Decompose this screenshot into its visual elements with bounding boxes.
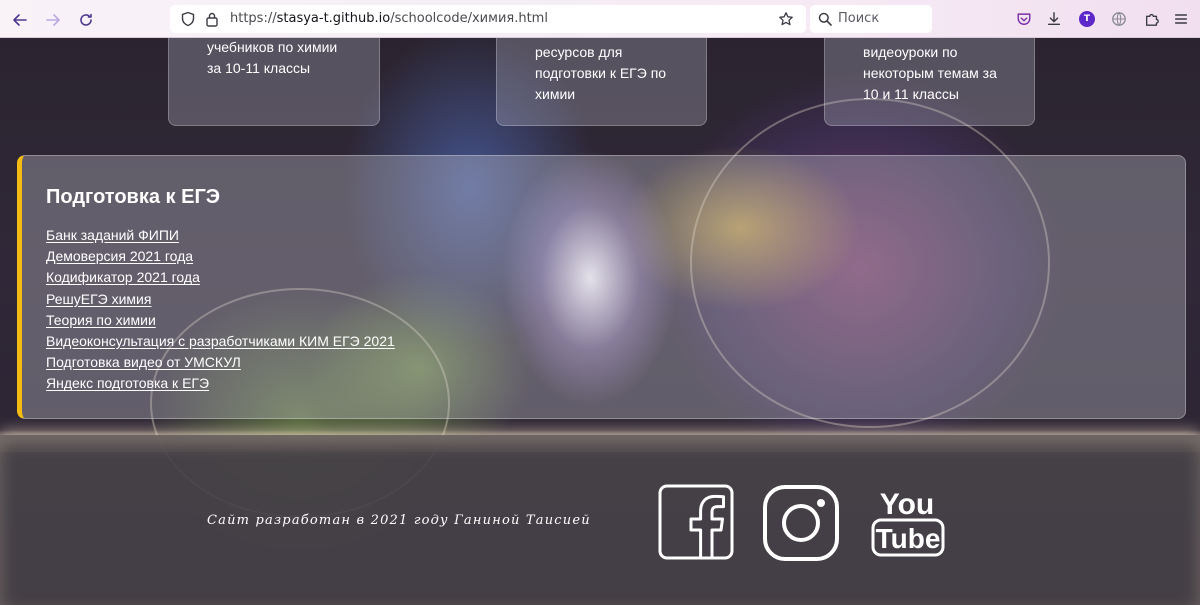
pocket-button[interactable] (1015, 10, 1033, 28)
forward-arrow-icon (46, 14, 60, 26)
url-text[interactable]: https://stasya-t.github.io/schoolcode/хи… (230, 11, 548, 26)
extensions-button[interactable] (1143, 10, 1161, 28)
app-menu-button[interactable] (1172, 10, 1190, 28)
browser-toolbar: https://stasya-t.github.io/schoolcode/хи… (0, 0, 1200, 38)
card-ege-resources[interactable]: ресурсов для подготовки к ЕГЭ по химии (496, 38, 707, 126)
ege-section-title: Подготовка к ЕГЭ (46, 186, 221, 208)
reload-button[interactable] (75, 9, 97, 31)
link-demo-2021[interactable]: Демоверсия 2021 года (46, 248, 193, 264)
link-reshu-ege[interactable]: РешуЕГЭ химия (46, 291, 151, 307)
link-codifier-2021[interactable]: Кодификатор 2021 года (46, 269, 200, 285)
list-item: Видеоконсультация с разработчиками КИМ Е… (46, 331, 395, 352)
youtube-link[interactable]: You Tube (868, 484, 946, 562)
footer: Сайт разработан в 2021 году Ганиной Таис… (0, 435, 1200, 605)
download-icon (1047, 12, 1061, 26)
card-textbooks[interactable]: учебников по химии за 10-11 классы (168, 38, 380, 126)
downloads-button[interactable] (1045, 10, 1063, 28)
instagram-icon (763, 485, 839, 561)
url-scheme: https:// (230, 11, 277, 26)
search-placeholder: Поиск (838, 11, 880, 26)
ege-link-list: Банк заданий ФИПИ Демоверсия 2021 года К… (46, 225, 395, 395)
facebook-icon (658, 484, 734, 560)
back-button[interactable] (9, 9, 31, 31)
instagram-link[interactable] (762, 484, 840, 562)
account-button[interactable]: T (1078, 10, 1096, 28)
url-host: stasya-t.github.io (276, 11, 391, 26)
card-video-lessons-text: видеоуроки по некоторым темам за 10 и 11… (863, 44, 997, 102)
svg-text:Tube: Tube (876, 523, 941, 554)
globe-icon (1112, 12, 1126, 26)
forward-button[interactable] (42, 9, 64, 31)
svg-text:You: You (880, 488, 934, 521)
list-item: Яндекс подготовка к ЕГЭ (46, 373, 395, 394)
tracking-protection-shield-icon[interactable] (180, 11, 196, 27)
search-icon (818, 12, 832, 26)
link-umskul[interactable]: Подготовка видео от УМСКУЛ (46, 354, 241, 370)
lock-icon[interactable] (205, 11, 219, 27)
card-ege-resources-text: ресурсов для подготовки к ЕГЭ по химии (535, 44, 667, 102)
back-arrow-icon (13, 14, 27, 26)
list-item: Теория по химии (46, 310, 395, 331)
ege-section: Подготовка к ЕГЭ Банк заданий ФИПИ Демов… (17, 155, 1186, 419)
footer-credit: Сайт разработан в 2021 году Ганиной Таис… (207, 513, 591, 528)
card-textbooks-text: учебников по химии за 10-11 классы (207, 39, 338, 76)
account-avatar: T (1079, 11, 1095, 27)
bookmark-star-icon[interactable] (778, 11, 794, 27)
pocket-icon (1017, 13, 1031, 26)
link-video-consultation[interactable]: Видеоконсультация с разработчиками КИМ Е… (46, 333, 395, 349)
puzzle-icon (1146, 13, 1159, 26)
list-item: Кодификатор 2021 года (46, 267, 395, 288)
list-item: РешуЕГЭ химия (46, 289, 395, 310)
link-yandex[interactable]: Яндекс подготовка к ЕГЭ (46, 375, 209, 391)
page-content: учебников по химии за 10-11 классы ресур… (0, 38, 1200, 605)
vpn-button[interactable] (1110, 10, 1128, 28)
list-item: Банк заданий ФИПИ (46, 225, 395, 246)
youtube-icon: You Tube (871, 488, 945, 557)
reload-icon (80, 13, 92, 26)
facebook-link[interactable] (658, 484, 736, 562)
list-item: Подготовка видео от УМСКУЛ (46, 352, 395, 373)
address-bar[interactable]: https://stasya-t.github.io/schoolcode/хи… (170, 5, 806, 33)
search-bar[interactable]: Поиск (810, 5, 932, 33)
hamburger-menu-icon (1174, 14, 1188, 24)
list-item: Демоверсия 2021 года (46, 246, 395, 267)
url-path: /schoolcode/химия.html (390, 11, 548, 26)
link-fipi-bank[interactable]: Банк заданий ФИПИ (46, 227, 179, 243)
card-video-lessons[interactable]: видеоуроки по некоторым темам за 10 и 11… (824, 38, 1035, 126)
link-theory[interactable]: Теория по химии (46, 312, 156, 328)
